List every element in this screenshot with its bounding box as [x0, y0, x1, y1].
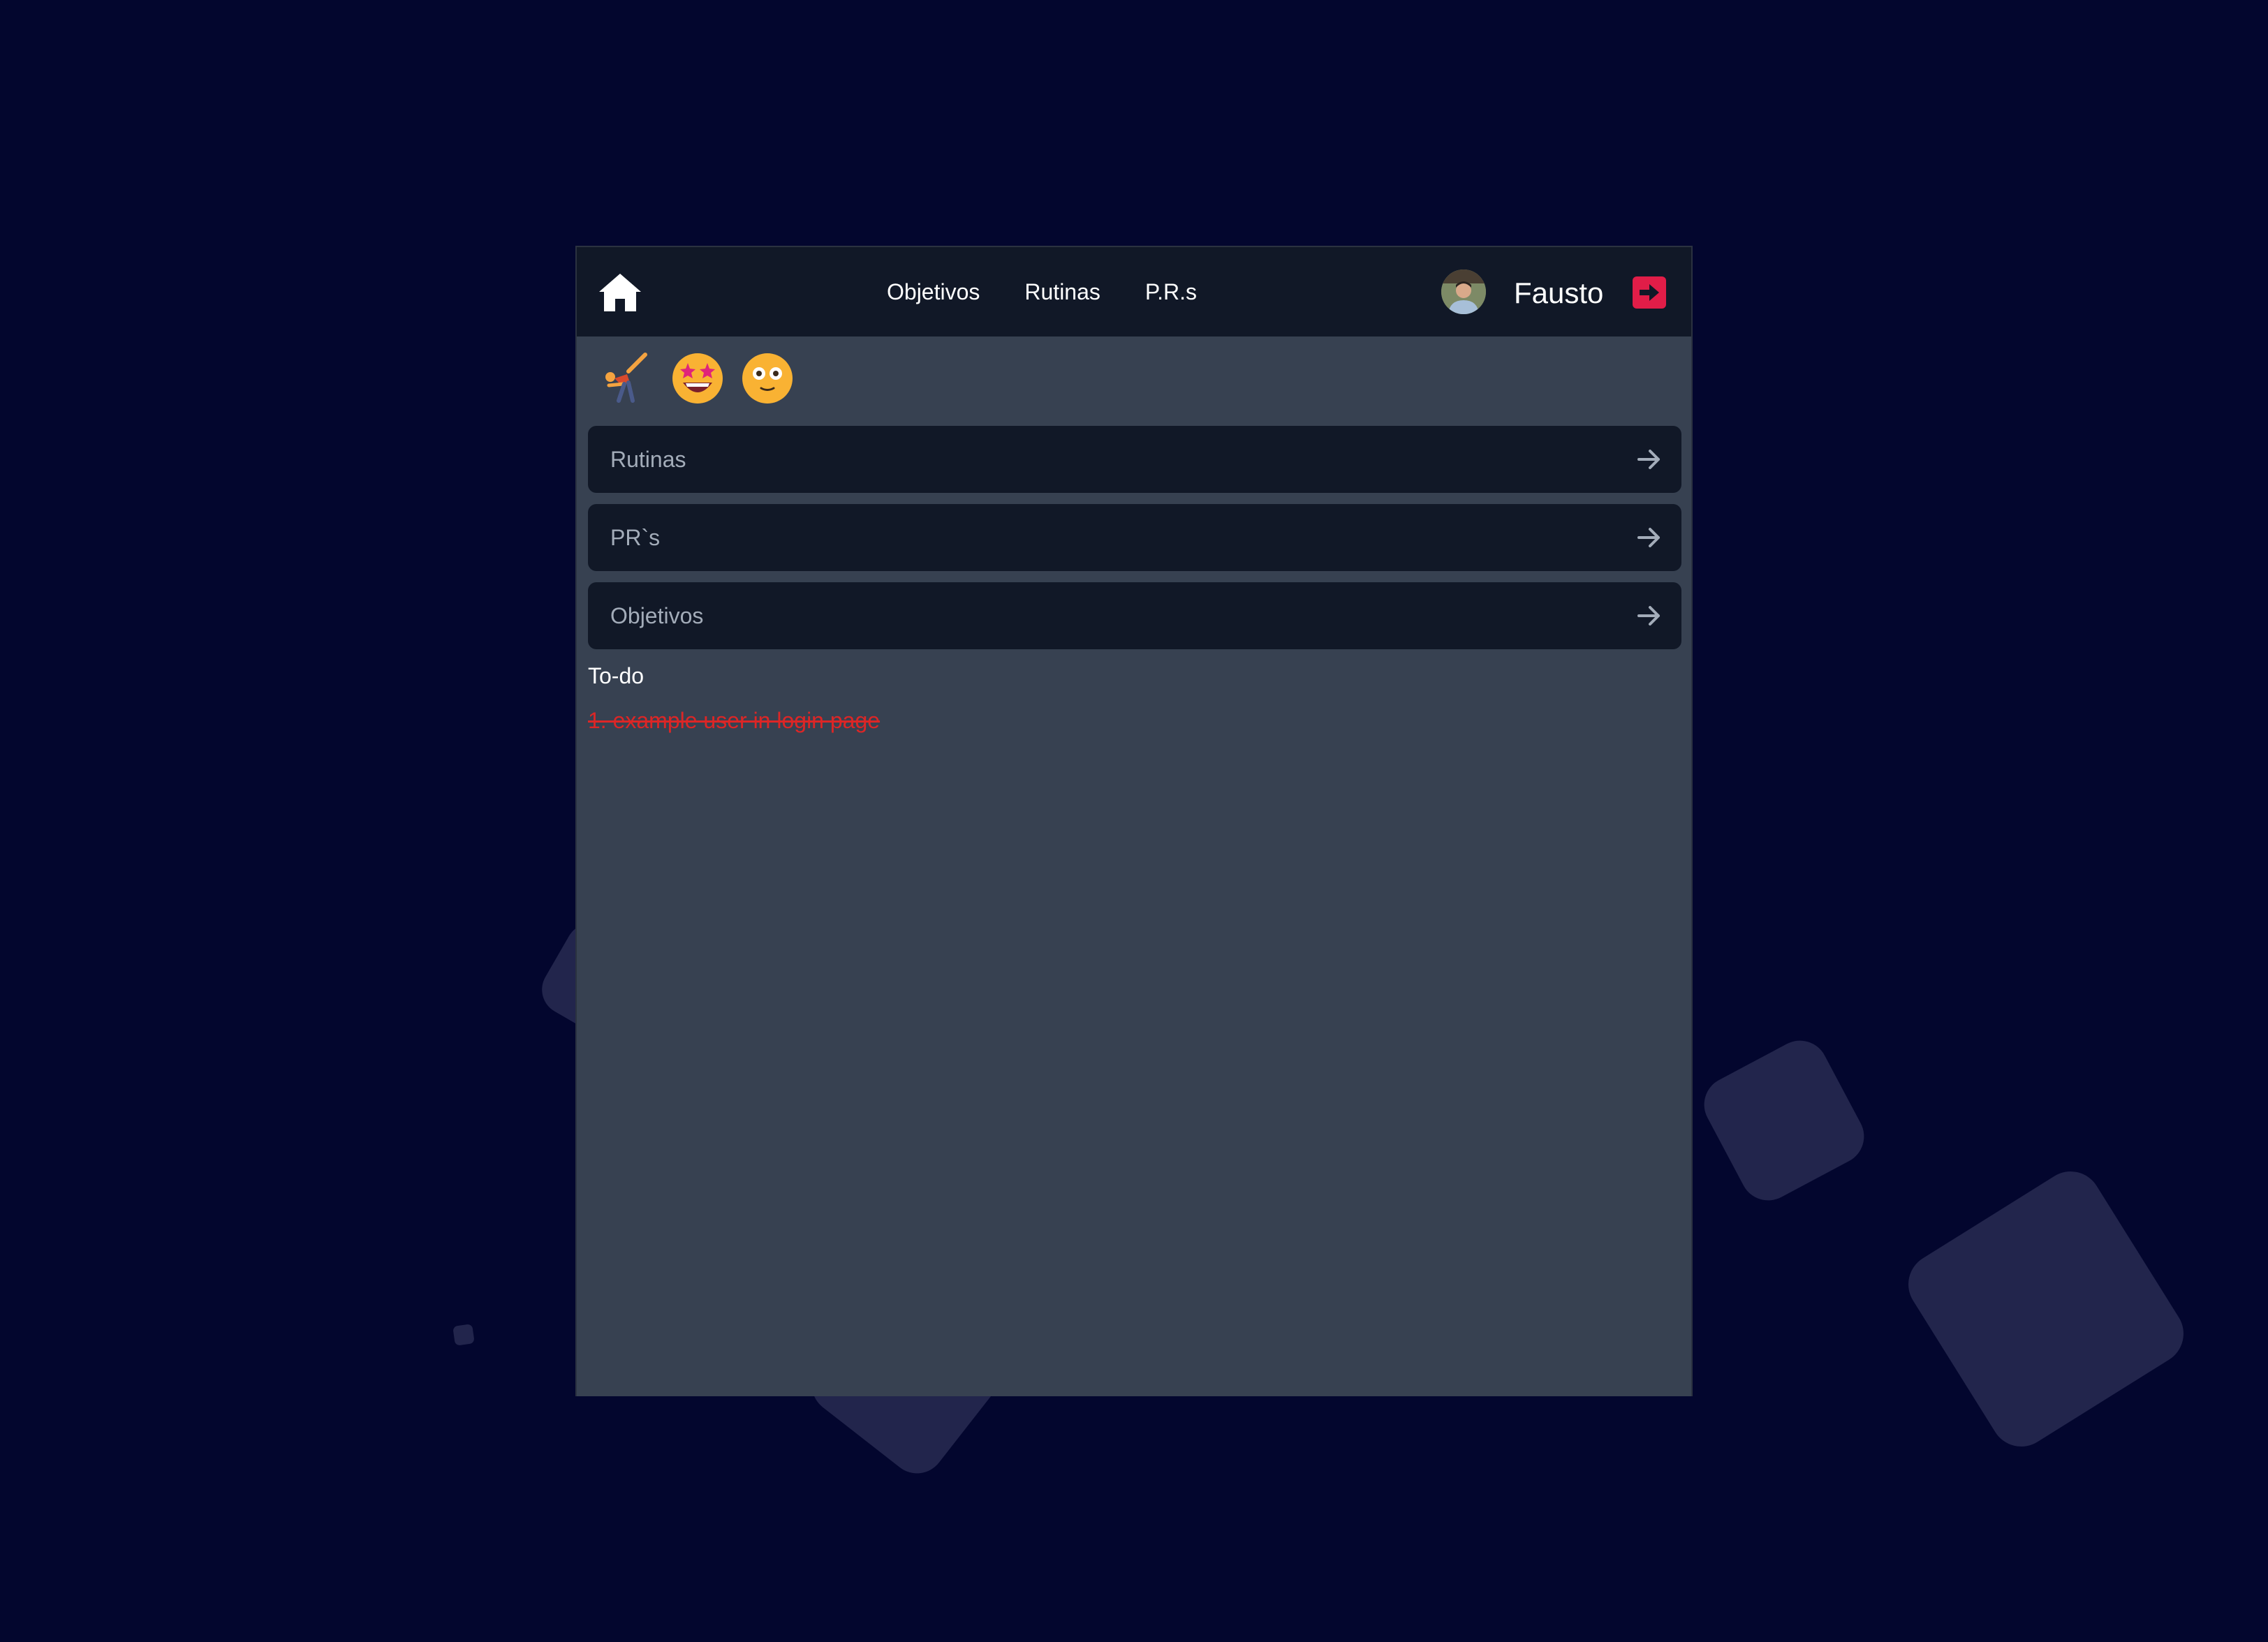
- background-decoration-square: [452, 1324, 475, 1346]
- menu-item-rutinas[interactable]: Rutinas: [588, 426, 1681, 493]
- nav-link-objetivos[interactable]: Objetivos: [887, 279, 980, 305]
- background-decoration-square: [1694, 1030, 1874, 1211]
- todo-item-done: 1. example user in login page: [588, 708, 881, 733]
- menu-item-prs[interactable]: PR`s: [588, 504, 1681, 571]
- todo-heading: To-do: [588, 663, 645, 688]
- logout-button[interactable]: [1633, 276, 1666, 309]
- user-avatar[interactable]: [1441, 269, 1486, 314]
- emoji-row: [601, 350, 795, 405]
- todo-list: 1. example user in login page: [588, 708, 880, 734]
- home-button[interactable]: [598, 272, 642, 313]
- flushed-face-emoji: [742, 353, 793, 404]
- arrow-right-icon: [1637, 450, 1660, 469]
- user-name: Fausto: [1514, 276, 1604, 309]
- person-cartwheeling-emoji: [605, 353, 647, 403]
- logout-icon: [1640, 284, 1659, 301]
- arrow-right-icon: [1637, 606, 1660, 626]
- menu-item-label: Objetivos: [610, 603, 704, 628]
- arrow-right-icon: [1637, 528, 1660, 547]
- menu-item-label: PR`s: [610, 525, 661, 550]
- star-struck-emoji: [672, 353, 723, 404]
- menu-item-objetivos[interactable]: Objetivos: [588, 582, 1681, 649]
- background-decoration-square: [1897, 1160, 2195, 1458]
- section-menu: Rutinas PR`s Objetivos: [588, 426, 1681, 660]
- menu-item-label: Rutinas: [610, 447, 686, 472]
- nav-link-prs[interactable]: P.R.s: [1145, 279, 1197, 305]
- nav-links: Objetivos Rutinas P.R.s: [887, 247, 1197, 336]
- top-navbar: Objetivos Rutinas P.R.s Fausto: [577, 247, 1691, 336]
- app-window: Objetivos Rutinas P.R.s Fausto Rutinas P…: [575, 246, 1693, 1396]
- avatar-image: [1441, 269, 1486, 314]
- nav-link-rutinas[interactable]: Rutinas: [1024, 279, 1100, 305]
- home-icon: [599, 274, 641, 311]
